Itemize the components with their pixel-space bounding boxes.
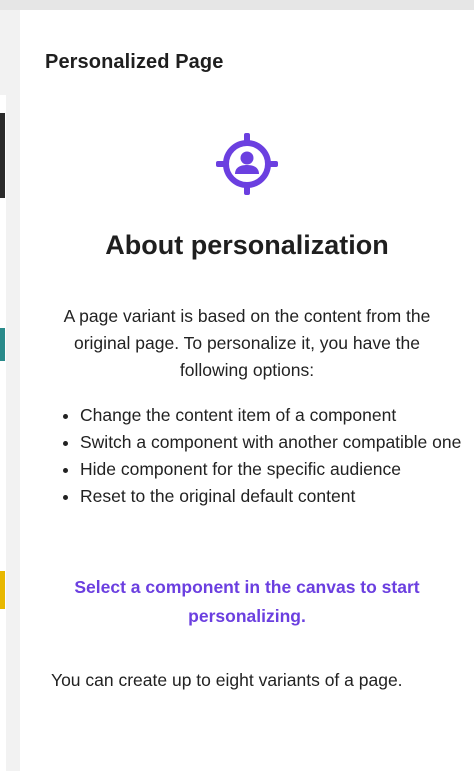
canvas-component-marker-dark[interactable]	[0, 113, 5, 198]
personalization-panel: Personalized Page About personalization …	[20, 22, 474, 771]
intro-text: A page variant is based on the content f…	[63, 306, 431, 380]
select-component-hint: Select a component in the canvas to star…	[74, 577, 420, 626]
list-item: Hide component for the specific audience	[80, 456, 470, 483]
section-heading: About personalization	[105, 230, 389, 260]
list-item: Change the content item of a component	[80, 402, 470, 429]
list-item: Reset to the original default content	[80, 483, 470, 510]
canvas-component-marker-teal[interactable]	[0, 328, 5, 361]
canvas-component-marker-yellow[interactable]	[0, 571, 5, 609]
panel-title: Personalized Page	[45, 51, 224, 73]
target-person-icon	[215, 132, 279, 196]
variant-limit-note: You can create up to eight variants of a…	[51, 670, 403, 690]
options-list: Change the content item of a component S…	[60, 402, 470, 510]
top-border	[0, 0, 474, 10]
list-item: Switch a component with another compatib…	[80, 429, 470, 456]
